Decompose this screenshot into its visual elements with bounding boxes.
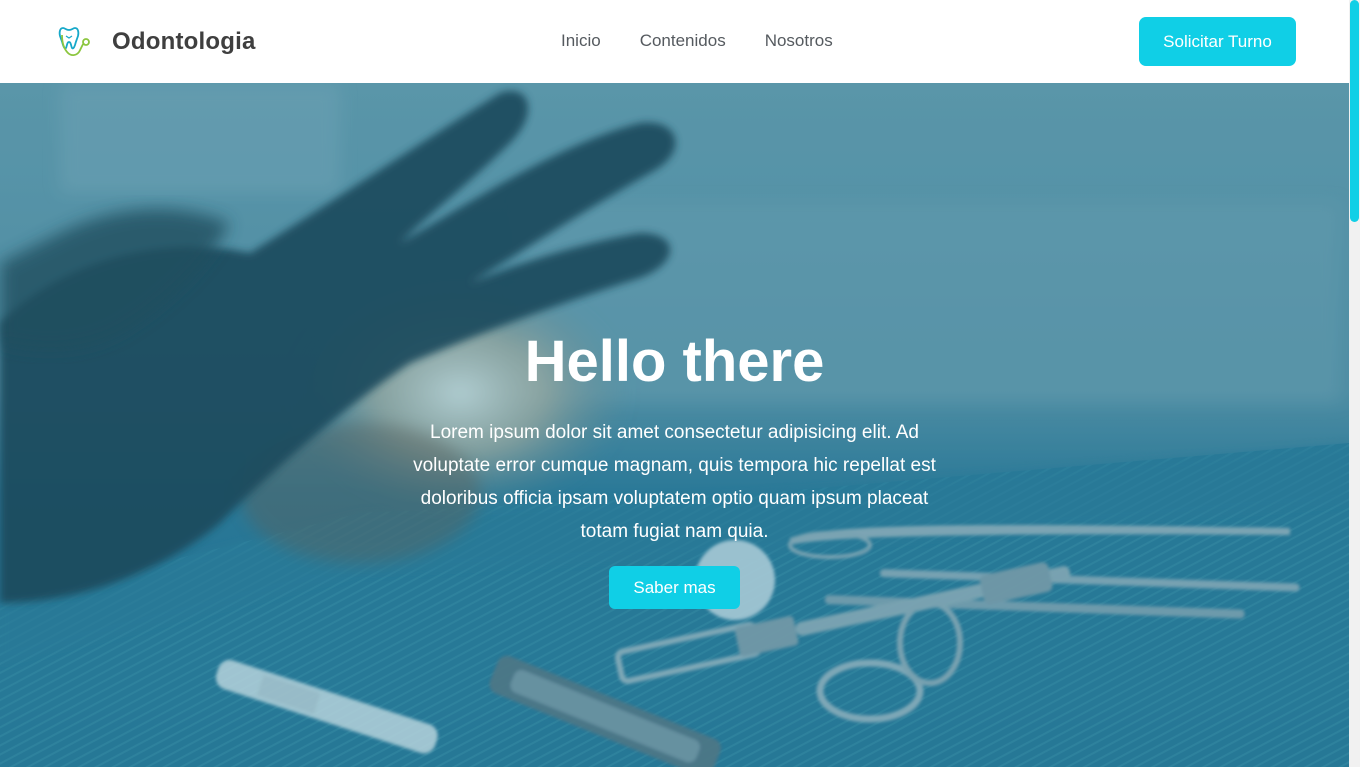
tooth-stethoscope-icon [58, 26, 90, 56]
hero-section: Hello there Lorem ipsum dolor sit amet c… [0, 83, 1349, 767]
top-navbar: Odontologia Inicio Contenidos Nosotros S… [0, 0, 1349, 83]
nav-link-inicio[interactable]: Inicio [561, 31, 601, 51]
page-scrollbar[interactable] [1349, 0, 1360, 767]
scrollbar-thumb[interactable] [1350, 0, 1359, 222]
nav-link-nosotros[interactable]: Nosotros [765, 31, 833, 51]
main-nav: Inicio Contenidos Nosotros [561, 31, 833, 51]
hero-content: Hello there Lorem ipsum dolor sit amet c… [0, 83, 1349, 767]
hero-description: Lorem ipsum dolor sit amet consectetur a… [413, 422, 936, 542]
brand-name: Odontologia [112, 27, 256, 55]
hero-title: Hello there [524, 329, 825, 394]
nav-link-contenidos[interactable]: Contenidos [640, 31, 726, 51]
request-appointment-button[interactable]: Solicitar Turno [1139, 17, 1296, 66]
learn-more-button[interactable]: Saber mas [609, 566, 740, 609]
brand[interactable]: Odontologia [56, 23, 256, 61]
